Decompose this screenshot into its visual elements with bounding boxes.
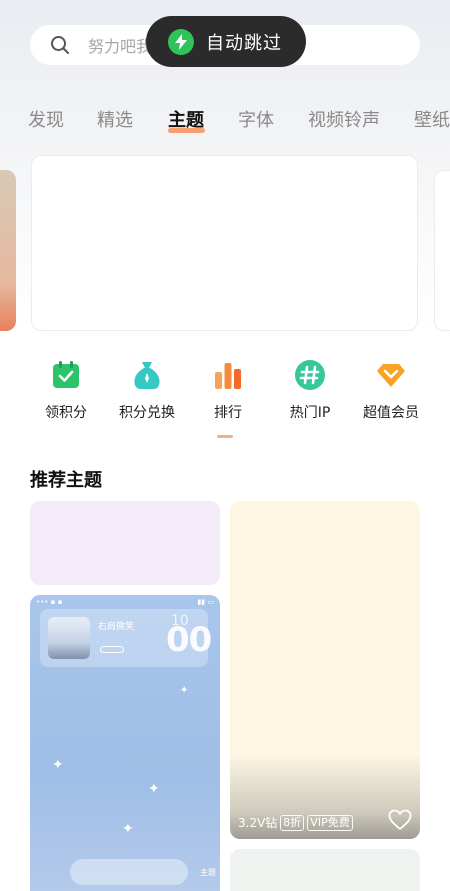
sparkle-icon: ✦ bbox=[148, 781, 160, 797]
calendar-check-icon bbox=[51, 360, 81, 390]
preview-status-bar: ••• ▪ ▪ ▮▮ ▭ bbox=[36, 598, 214, 606]
entry-label: 积分兑换 bbox=[119, 405, 175, 421]
banner-next-card[interactable] bbox=[434, 170, 450, 331]
diamond-icon bbox=[376, 360, 406, 390]
entry-label: 热门IP bbox=[289, 405, 331, 421]
theme-card-cream[interactable]: 3.2V钻 8折 VIP免费 bbox=[230, 501, 420, 839]
avatar bbox=[48, 617, 90, 659]
auto-skip-toast[interactable]: 自动跳过 bbox=[146, 16, 306, 67]
tab-video-ringtones[interactable]: 视频铃声 bbox=[308, 106, 380, 132]
preview-dock bbox=[70, 859, 188, 885]
sparkle-icon: ✦ bbox=[122, 821, 134, 837]
entry-hot-ip[interactable]: 热门IP bbox=[265, 360, 355, 422]
entry-label: 排行 bbox=[214, 405, 242, 421]
preview-widget: 右肩微笑 10 00 bbox=[40, 609, 212, 667]
lightning-icon bbox=[168, 28, 194, 55]
tab-wallpapers[interactable]: 壁纸 bbox=[414, 106, 450, 132]
entry-label: 超值会员 bbox=[363, 405, 419, 421]
theme-card-preview[interactable]: ••• ▪ ▪ ▮▮ ▭ 右肩微笑 10 00 ✦ ✦ ✦ ✦ 主题 bbox=[30, 595, 220, 891]
quick-entries: 领积分 积分兑换 排行 热门IP 超值会员 bbox=[0, 360, 450, 430]
sparkle-icon: ✦ bbox=[180, 685, 189, 696]
heart-icon[interactable] bbox=[388, 809, 412, 831]
entry-vip-membership[interactable]: 超值会员 bbox=[346, 360, 436, 422]
widget-name: 右肩微笑 bbox=[98, 622, 135, 632]
price-label: 3.2V钻 bbox=[238, 816, 278, 830]
entry-ranking[interactable]: 排行 bbox=[183, 360, 273, 422]
tab-fonts[interactable]: 字体 bbox=[238, 106, 274, 132]
discount-badge: 8折 bbox=[280, 814, 305, 831]
category-tabs: 发现 精选 主题 字体 视频铃声 壁纸 bbox=[0, 100, 450, 140]
theme-card-mint[interactable] bbox=[230, 849, 420, 891]
hashtag-icon bbox=[295, 360, 325, 390]
search-icon bbox=[51, 36, 69, 54]
sparkle-icon: ✦ bbox=[52, 757, 64, 773]
bar-chart-icon bbox=[213, 360, 243, 390]
entry-earn-points[interactable]: 领积分 bbox=[21, 360, 111, 422]
price-info: 3.2V钻 8折 VIP免费 bbox=[238, 814, 353, 831]
section-title: 推荐主题 bbox=[30, 470, 102, 491]
entry-points-exchange[interactable]: 积分兑换 bbox=[102, 360, 192, 422]
vip-free-badge: VIP免费 bbox=[307, 814, 353, 831]
widget-battery bbox=[100, 646, 124, 653]
tab-featured[interactable]: 精选 bbox=[97, 106, 133, 132]
money-bag-icon bbox=[132, 360, 162, 390]
auto-skip-label: 自动跳过 bbox=[206, 32, 282, 54]
theme-card-lavender[interactable] bbox=[30, 501, 220, 585]
preview-caption: 主题 bbox=[200, 868, 216, 877]
banner-prev-card[interactable] bbox=[0, 170, 16, 331]
tab-discover[interactable]: 发现 bbox=[28, 106, 64, 132]
banner-main-card[interactable] bbox=[31, 155, 418, 331]
entries-page-indicator bbox=[217, 435, 233, 438]
active-tab-indicator bbox=[168, 128, 205, 133]
widget-time: 00 bbox=[166, 620, 212, 660]
entry-label: 领积分 bbox=[45, 405, 87, 421]
